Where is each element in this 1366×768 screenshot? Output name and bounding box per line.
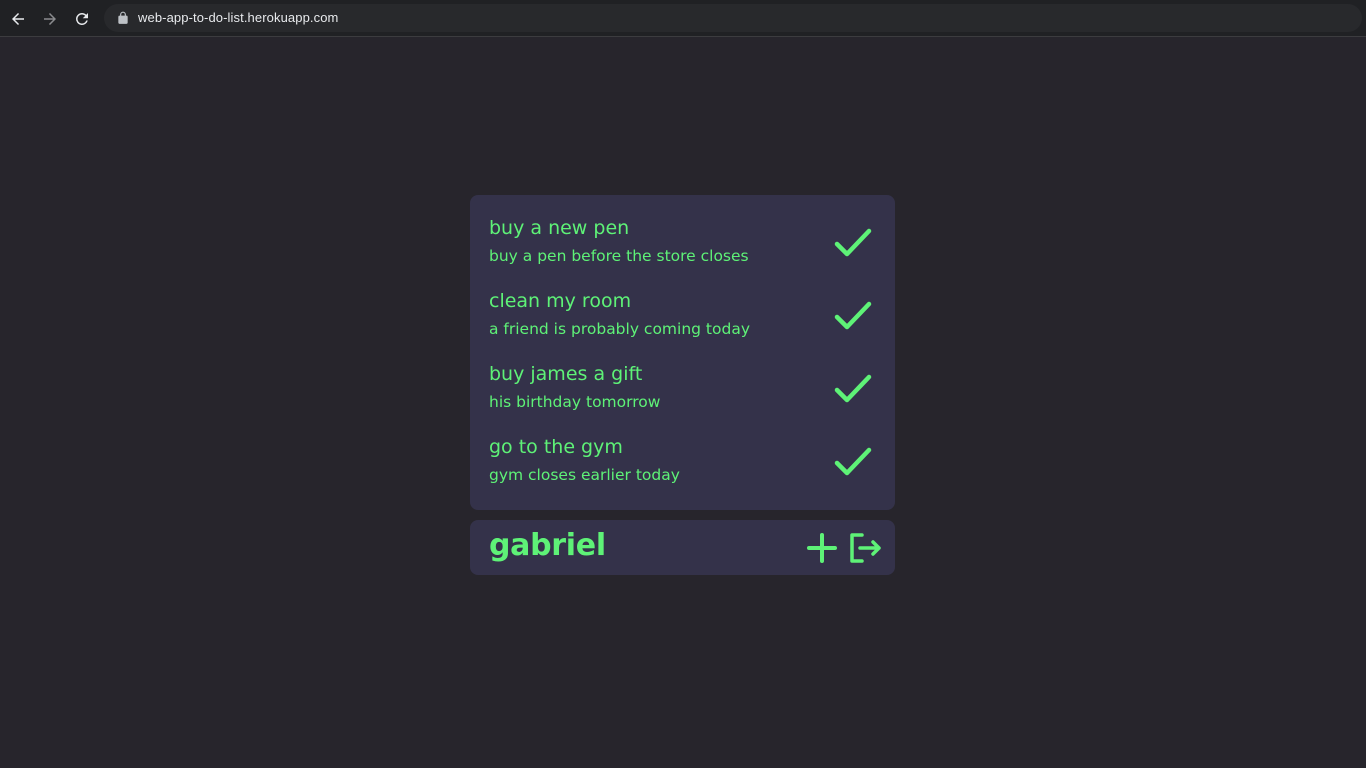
back-button[interactable] [5,6,31,32]
logout-icon [850,533,881,563]
username: gabriel [489,528,606,563]
plus-icon [807,533,837,563]
logout-button[interactable] [848,532,882,564]
checkmark-icon [834,447,872,476]
checkmark-icon [834,301,872,330]
reload-button[interactable] [69,6,95,32]
user-bar: gabriel [470,520,895,575]
browser-toolbar: web-app-to-do-list.herokuapp.com [0,0,1366,37]
task-description: a friend is probably coming today [489,320,751,338]
task-title: buy james a gift [489,363,643,385]
task-description: his birthday tomorrow [489,393,661,411]
arrow-left-icon [12,13,24,25]
task-description: buy a pen before the store closes [489,247,749,265]
checkmark-icon [834,228,872,257]
complete-task-button[interactable] [833,225,873,261]
complete-task-button[interactable] [833,298,873,334]
address-bar[interactable]: web-app-to-do-list.herokuapp.com [104,4,1362,32]
lock-icon [118,11,128,24]
task-title: go to the gym [489,436,623,458]
task-item: buy a new pen buy a pen before the store… [489,217,879,277]
arrow-right-icon [44,13,56,25]
task-item: buy james a gift his birthday tomorrow [489,363,879,423]
complete-task-button[interactable] [833,444,873,480]
task-item: go to the gym gym closes earlier today [489,436,879,496]
url-text: web-app-to-do-list.herokuapp.com [138,10,339,25]
task-description: gym closes earlier today [489,466,680,484]
task-title: clean my room [489,290,632,312]
reload-icon [75,12,88,25]
add-task-button[interactable] [806,532,838,564]
task-item: clean my room a friend is probably comin… [489,290,879,350]
task-title: buy a new pen [489,217,630,239]
checkmark-icon [834,374,872,403]
task-list: buy a new pen buy a pen before the store… [470,195,895,510]
complete-task-button[interactable] [833,371,873,407]
forward-button[interactable] [37,6,63,32]
